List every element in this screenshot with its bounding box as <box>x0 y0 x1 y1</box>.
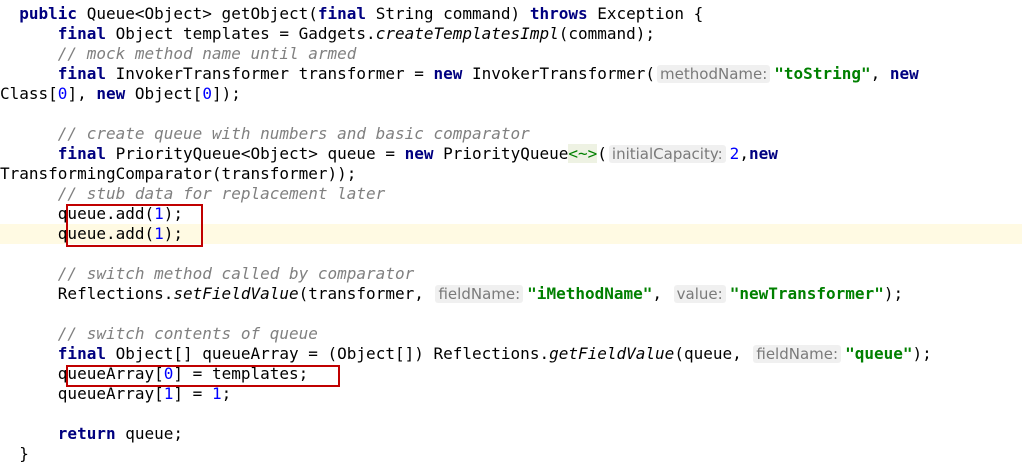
code-token: ); <box>912 344 932 363</box>
code-token: (command); <box>558 24 656 43</box>
code-line[interactable] <box>0 244 1022 264</box>
parameter-hint: value: <box>673 285 726 303</box>
code-string: "iMethodName" <box>527 284 653 303</box>
code-line[interactable] <box>0 304 1022 324</box>
code-keyword: new <box>96 84 126 103</box>
code-token: , <box>652 284 672 303</box>
code-line[interactable]: Class[0], new Object[0]); <box>0 84 1022 104</box>
code-line[interactable]: final InvokerTransformer transformer = n… <box>0 64 1022 84</box>
parameter-hint: methodName: <box>657 65 771 83</box>
code-token: , <box>739 144 749 163</box>
code-token: Class[ <box>0 84 58 103</box>
code-line[interactable]: Reflections.setFieldValue(transformer, f… <box>0 284 1022 304</box>
code-token: Object[] queueArray = (Object[]) Reflect… <box>105 344 550 363</box>
code-keyword: public <box>19 4 78 23</box>
code-line[interactable]: // stub data for replacement later <box>0 184 1022 204</box>
code-line[interactable]: final Object templates = Gadgets.createT… <box>0 24 1022 44</box>
parameter-hint: initialCapacity: <box>608 145 726 163</box>
code-comment: // stub data for replacement later <box>57 184 386 203</box>
code-line[interactable]: // switch method called by comparator <box>0 264 1022 284</box>
code-comment: // mock method name until armed <box>57 44 357 63</box>
code-token: ); <box>883 284 904 303</box>
code-token: <~> <box>568 144 598 163</box>
code-line[interactable]: final Object[] queueArray = (Object[]) R… <box>0 344 1022 364</box>
code-token: queue; <box>115 424 184 443</box>
code-keyword: new <box>433 64 463 83</box>
parameter-hint: fieldName: <box>753 345 842 363</box>
code-token: TransformingComparator(transformer)); <box>0 164 357 183</box>
code-string: "queue" <box>845 344 913 363</box>
code-number: 0 <box>57 84 68 103</box>
code-token: PriorityQueue <box>433 144 569 163</box>
code-editor[interactable]: public Queue<Object> getObject(final Str… <box>0 0 1022 473</box>
code-keyword: new <box>889 64 919 83</box>
code-token: getFieldValue <box>549 344 675 363</box>
highlight-box-queue-add <box>66 204 203 247</box>
code-keyword: return <box>57 424 116 443</box>
code-keyword: new <box>404 144 434 163</box>
code-string: "toString" <box>774 64 871 83</box>
code-keyword: final <box>57 344 106 363</box>
code-token: , <box>870 64 890 83</box>
code-token: (transformer, <box>298 284 434 303</box>
code-line[interactable]: TransformingComparator(transformer)); <box>0 164 1022 184</box>
code-token: createTemplatesImpl <box>375 24 559 43</box>
code-token: Object[ <box>125 84 203 103</box>
code-keyword: final <box>57 144 106 163</box>
code-line[interactable]: public Queue<Object> getObject(final Str… <box>0 4 1022 24</box>
highlight-box-queuearray-assign <box>66 365 340 387</box>
code-keyword: throws <box>529 4 588 23</box>
code-token: InvokerTransformer( <box>462 64 656 83</box>
code-line[interactable]: // mock method name until armed <box>0 44 1022 64</box>
code-keyword: final <box>57 64 106 83</box>
code-string: "newTransformer" <box>729 284 884 303</box>
code-token: (queue, <box>674 344 752 363</box>
code-keyword: final <box>317 4 367 23</box>
code-line[interactable]: // switch contents of queue <box>0 324 1022 344</box>
code-token: Object templates = Gadgets. <box>105 24 376 43</box>
code-line[interactable]: // create queue with numbers and basic c… <box>0 124 1022 144</box>
code-comment: // switch method called by comparator <box>57 264 415 283</box>
code-token: ]); <box>211 84 241 103</box>
code-line[interactable]: } <box>0 444 1022 464</box>
code-token: Queue<Object> getObject( <box>77 4 318 23</box>
code-line[interactable]: queueArray[1] = 1; <box>0 384 1022 404</box>
code-token: ( <box>597 144 607 163</box>
code-number: 0 <box>202 84 212 103</box>
code-comment: // create queue with numbers and basic c… <box>57 124 530 143</box>
parameter-hint: fieldName: <box>435 285 524 303</box>
code-line[interactable]: return queue; <box>0 424 1022 444</box>
code-token: String command) <box>366 4 530 23</box>
code-token: setFieldValue <box>173 284 299 303</box>
code-token: PriorityQueue<Object> queue = <box>105 144 405 163</box>
code-keyword: new <box>748 144 778 163</box>
code-keyword: final <box>57 24 106 43</box>
code-token: Exception { <box>587 4 704 23</box>
code-token: ], <box>67 84 97 103</box>
code-line[interactable] <box>0 104 1022 124</box>
code-token: Reflections. <box>0 284 174 303</box>
code-comment: // switch contents of queue <box>57 324 318 343</box>
code-number: 2 <box>729 144 740 163</box>
code-line[interactable] <box>0 404 1022 424</box>
code-line[interactable]: final PriorityQueue<Object> queue = new … <box>0 144 1022 164</box>
code-token: InvokerTransformer transformer = <box>105 64 434 83</box>
code-token: } <box>0 444 29 463</box>
